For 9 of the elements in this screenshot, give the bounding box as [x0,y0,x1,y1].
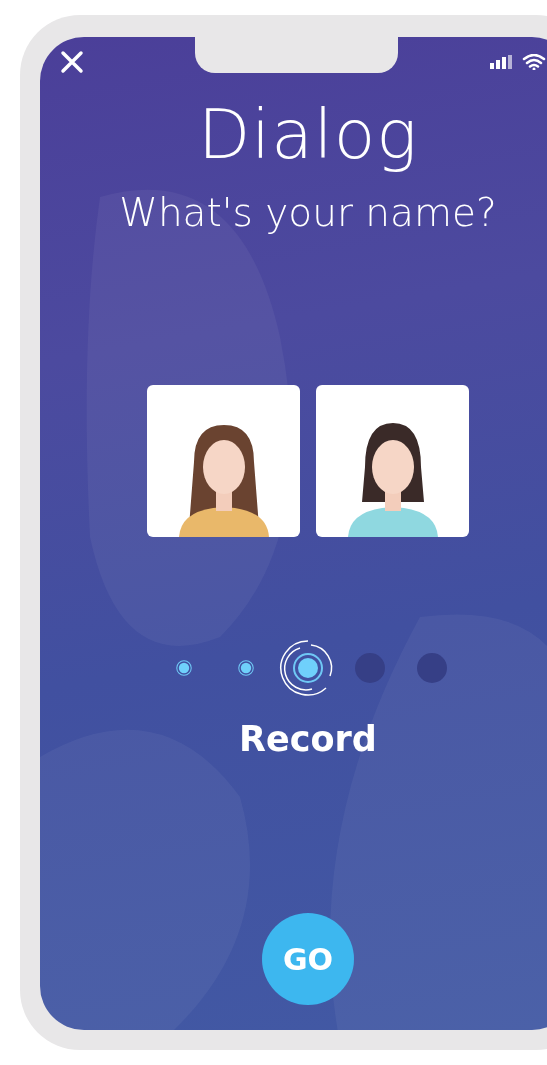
page-title: Dialog [197,95,419,174]
question-text: What's your name? [119,190,497,235]
step-label: Record [239,719,377,759]
portrait-card[interactable] [316,385,469,537]
wifi-icon [522,54,546,70]
close-icon[interactable] [60,50,84,74]
portrait-card[interactable] [147,385,300,537]
go-button[interactable]: GO [262,913,354,1005]
signal-icon [490,55,512,69]
